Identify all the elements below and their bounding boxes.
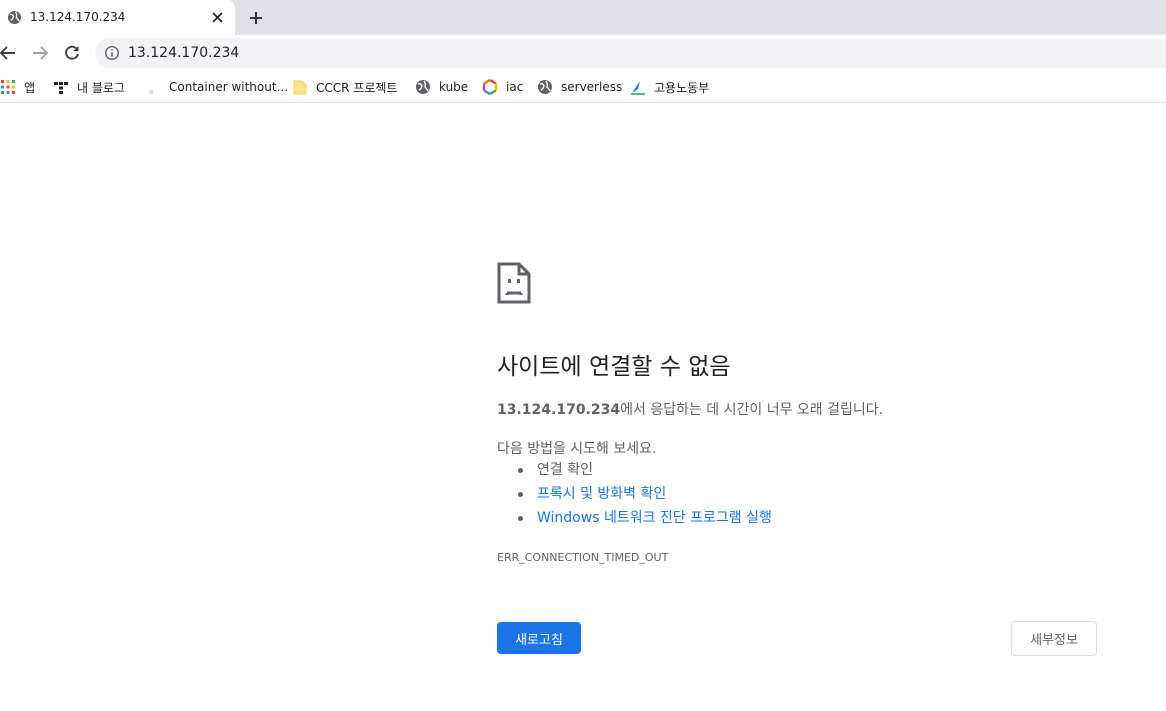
error-message: 13.124.170.234에서 응답하는 데 시간이 너무 오래 걸립니다. bbox=[497, 399, 883, 419]
bookmark-label: iac bbox=[506, 80, 524, 94]
apps-grid-icon bbox=[1, 80, 15, 94]
folder-icon bbox=[293, 80, 307, 95]
bookmarks-bar: 앱 내 블로그 Container without... CCCR 프로젝트 k… bbox=[0, 71, 1166, 103]
ministry-logo-icon bbox=[631, 81, 645, 95]
reload-icon[interactable] bbox=[62, 43, 82, 63]
suggestions-heading: 다음 방법을 시도해 보세요. bbox=[497, 441, 657, 457]
suggestions-list: 연결 확인 프록시 및 방화벽 확인 Windows 네트워크 진단 프로그램 … bbox=[497, 460, 772, 532]
bookmark-cccr[interactable]: CCCR 프로젝트 bbox=[292, 77, 397, 97]
bookmark-label: 내 블로그 bbox=[77, 80, 125, 95]
new-tab-icon[interactable] bbox=[246, 8, 266, 28]
bookmark-label: kube bbox=[439, 80, 469, 94]
close-tab-icon[interactable] bbox=[209, 9, 226, 26]
forward-icon[interactable] bbox=[30, 43, 50, 63]
error-code: ERR_CONNECTION_TIMED_OUT bbox=[497, 551, 669, 564]
toolbar: 13.124.170.234 bbox=[0, 35, 1166, 71]
bookmark-iac[interactable]: iac bbox=[482, 77, 523, 97]
suggestion-check-connection: 연결 확인 bbox=[497, 460, 772, 484]
tab-title: 13.124.170.234 bbox=[30, 10, 126, 24]
details-button[interactable]: 세부정보 bbox=[1011, 621, 1097, 656]
bookmark-apps[interactable]: 앱 bbox=[0, 77, 35, 97]
bookmark-label: CCCR 프로젝트 bbox=[316, 80, 398, 95]
sad-document-icon bbox=[497, 262, 531, 304]
error-title: 사이트에 연결할 수 없음 bbox=[497, 354, 731, 380]
page-icon bbox=[149, 90, 153, 94]
bookmark-container[interactable]: Container without... bbox=[145, 77, 288, 97]
error-message-text: 에서 응답하는 데 시간이 너무 오래 걸립니다. bbox=[620, 402, 884, 418]
back-icon[interactable] bbox=[0, 43, 18, 63]
blog-icon bbox=[54, 82, 68, 94]
globe-icon bbox=[538, 80, 552, 94]
error-host: 13.124.170.234 bbox=[497, 402, 621, 418]
bookmark-label: serverless bbox=[561, 80, 623, 94]
bookmark-moel[interactable]: 고용노동부 bbox=[630, 77, 709, 97]
hexagon-icon bbox=[482, 79, 498, 95]
url-text: 13.124.170.234 bbox=[128, 45, 240, 61]
suggestion-proxy-firewall-link[interactable]: 프록시 및 방화벽 확인 bbox=[497, 484, 772, 508]
reload-button[interactable]: 새로고침 bbox=[497, 622, 581, 654]
globe-icon bbox=[416, 80, 430, 94]
active-tab[interactable]: 13.124.170.234 bbox=[0, 0, 235, 35]
bookmark-label: Container without... bbox=[169, 80, 289, 94]
bookmark-label: 고용노동부 bbox=[654, 80, 710, 95]
suggestion-network-diagnostics-link[interactable]: Windows 네트워크 진단 프로그램 실행 bbox=[497, 508, 772, 532]
bookmark-kube[interactable]: kube bbox=[415, 77, 468, 97]
info-icon[interactable] bbox=[104, 45, 120, 61]
address-bar[interactable]: 13.124.170.234 bbox=[95, 38, 1166, 68]
bookmark-blog[interactable]: 내 블로그 bbox=[53, 77, 125, 97]
bookmark-serverless[interactable]: serverless bbox=[537, 77, 622, 97]
tab-strip: 13.124.170.234 bbox=[0, 0, 1166, 35]
bookmark-label: 앱 bbox=[24, 80, 36, 95]
globe-icon bbox=[7, 10, 22, 25]
